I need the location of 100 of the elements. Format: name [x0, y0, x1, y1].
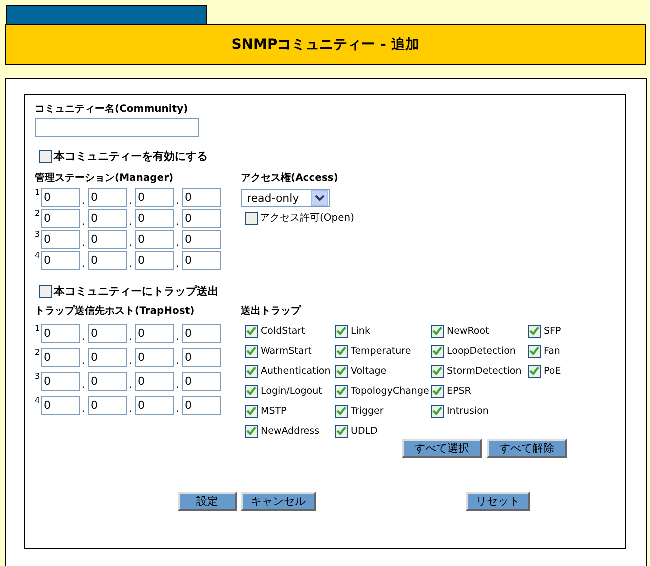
checkbox[interactable]: [335, 404, 348, 418]
dot-separator: .: [81, 260, 87, 270]
ip-octet-field[interactable]: 0: [88, 230, 127, 249]
ip-octet-field[interactable]: 0: [41, 324, 80, 343]
checkbox[interactable]: [528, 364, 541, 378]
section-label: 管理ステーション(Manager): [35, 172, 175, 186]
dot-separator: .: [128, 260, 134, 270]
checkbox-label: Trigger: [351, 406, 384, 416]
ip-octet-field[interactable]: 0: [135, 348, 174, 367]
ip-octet-field[interactable]: 0: [41, 372, 80, 391]
ip-octet-field[interactable]: 0: [135, 396, 174, 415]
checkbox[interactable]: [528, 344, 541, 358]
checkbox[interactable]: [431, 364, 444, 378]
dot-separator: .: [128, 381, 134, 391]
ip-octet-field[interactable]: 0: [41, 251, 80, 270]
checkbox-label: SFP: [544, 326, 562, 336]
row-number: 3: [35, 372, 41, 381]
dot-separator: .: [128, 239, 134, 249]
checkbox-label: 本コミュニティーを有効にする: [54, 149, 208, 164]
dot-separator: .: [128, 197, 134, 207]
ip-octet-field[interactable]: 0: [88, 209, 127, 228]
ip-octet-field[interactable]: 0: [135, 372, 174, 391]
ip-octet-field[interactable]: 0: [41, 188, 80, 207]
checkbox[interactable]: [39, 150, 52, 163]
checkbox[interactable]: [245, 424, 258, 438]
dot-separator: .: [175, 218, 181, 228]
checkbox[interactable]: [335, 324, 348, 338]
cancel-button[interactable]: キャンセル: [241, 492, 316, 511]
community-field[interactable]: [35, 118, 199, 137]
ip-octet-field[interactable]: 0: [182, 372, 221, 391]
dot-separator: .: [81, 381, 87, 391]
ip-octet-field[interactable]: 0: [182, 251, 221, 270]
checkbox-label: Fan: [544, 346, 560, 356]
checkbox-label: StormDetection: [447, 366, 522, 376]
row-number: 1: [35, 324, 41, 333]
dot-separator: .: [81, 405, 87, 415]
submit-button[interactable]: 設定: [178, 492, 237, 511]
checkbox[interactable]: [431, 324, 444, 338]
ip-octet-field[interactable]: 0: [88, 324, 127, 343]
ip-octet-field[interactable]: 0: [135, 324, 174, 343]
checkbox[interactable]: [245, 404, 258, 418]
checkbox[interactable]: [245, 324, 258, 338]
dot-separator: .: [128, 357, 134, 367]
checkbox-label: Intrusion: [447, 406, 489, 416]
checkbox[interactable]: [245, 364, 258, 378]
checkbox[interactable]: [431, 404, 444, 418]
checkbox-label: WarmStart: [261, 346, 312, 356]
ip-octet-field[interactable]: 0: [88, 396, 127, 415]
select-button[interactable]: すべて選択: [402, 439, 482, 458]
ip-octet-field[interactable]: 0: [182, 396, 221, 415]
ip-octet-field[interactable]: 0: [41, 230, 80, 249]
field-label: コミュニティー名(Community): [35, 103, 190, 117]
dot-separator: .: [175, 260, 181, 270]
dropdown-value: read-only: [247, 192, 300, 204]
ip-octet-field[interactable]: 0: [182, 188, 221, 207]
checkbox[interactable]: [431, 384, 444, 398]
checkbox-label: ColdStart: [261, 326, 306, 336]
ip-octet-field[interactable]: 0: [135, 188, 174, 207]
dot-separator: .: [81, 239, 87, 249]
ip-octet-field[interactable]: 0: [182, 230, 221, 249]
dot-separator: .: [128, 333, 134, 343]
ip-octet-field[interactable]: 0: [182, 324, 221, 343]
dot-separator: .: [81, 218, 87, 228]
checkbox[interactable]: [335, 364, 348, 378]
ip-octet-field[interactable]: 0: [88, 188, 127, 207]
ip-octet-field[interactable]: 0: [135, 251, 174, 270]
ip-octet-field[interactable]: 0: [182, 348, 221, 367]
reset-button[interactable]: リセット: [466, 492, 530, 511]
checkbox-label: Voltage: [351, 366, 387, 376]
checkbox-label: EPSR: [447, 386, 472, 396]
checkbox-label: Login/Logout: [261, 386, 322, 396]
checkbox[interactable]: [528, 324, 541, 338]
dot-separator: .: [175, 197, 181, 207]
dot-separator: .: [128, 218, 134, 228]
checkbox[interactable]: [245, 212, 258, 224]
ip-octet-field[interactable]: 0: [135, 209, 174, 228]
ip-octet-field[interactable]: 0: [41, 209, 80, 228]
checkbox[interactable]: [431, 344, 444, 358]
ip-octet-field[interactable]: 0: [88, 372, 127, 391]
ip-octet-field[interactable]: 0: [41, 348, 80, 367]
checkbox[interactable]: [39, 285, 52, 298]
row-number: 4: [35, 396, 41, 405]
checkbox-label: Link: [351, 326, 370, 336]
checkbox-label: PoE: [544, 366, 562, 376]
ip-octet-field[interactable]: 0: [88, 251, 127, 270]
ip-octet-field[interactable]: 0: [88, 348, 127, 367]
checkbox[interactable]: [335, 384, 348, 398]
checkbox[interactable]: [335, 344, 348, 358]
access-dropdown[interactable]: read-only: [241, 189, 330, 207]
dot-separator: .: [81, 197, 87, 207]
row-number: 1: [35, 188, 41, 197]
checkbox-label: LoopDetection: [447, 346, 516, 356]
ip-octet-field[interactable]: 0: [41, 396, 80, 415]
checkbox[interactable]: [335, 424, 348, 438]
section-label: 送出トラップ: [241, 305, 302, 319]
ip-octet-field[interactable]: 0: [135, 230, 174, 249]
checkbox[interactable]: [245, 344, 258, 358]
select-button[interactable]: すべて解除: [487, 439, 567, 458]
checkbox[interactable]: [245, 384, 258, 398]
ip-octet-field[interactable]: 0: [182, 209, 221, 228]
